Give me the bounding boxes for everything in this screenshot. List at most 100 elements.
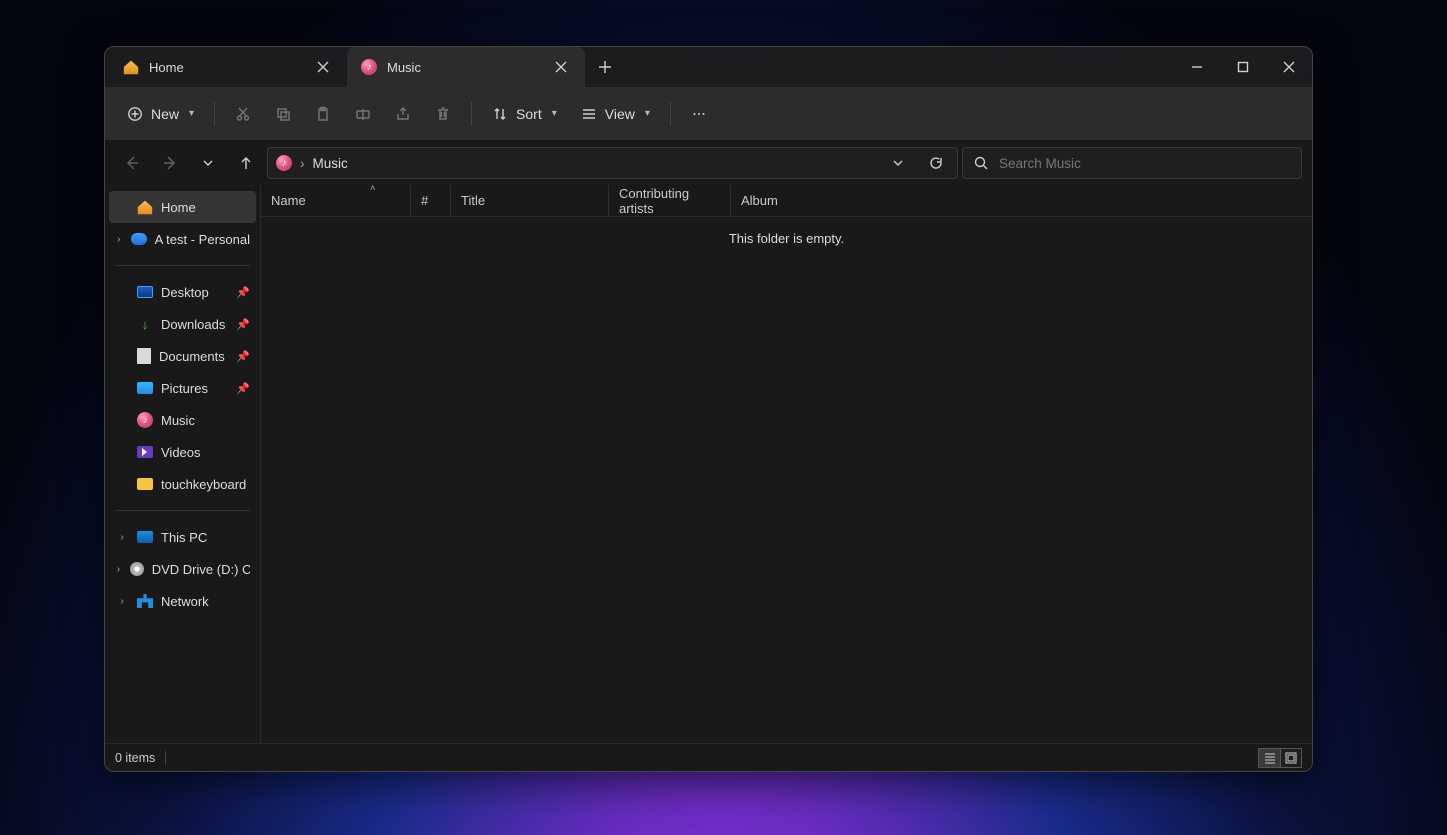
- arrow-left-icon: [124, 155, 140, 171]
- sidebar-item-desktop[interactable]: Desktop 📌: [109, 276, 256, 308]
- sidebar-item-videos[interactable]: Videos: [109, 436, 256, 468]
- maximize-button[interactable]: [1220, 47, 1266, 87]
- separator: [115, 510, 250, 511]
- column-label: Name: [271, 193, 306, 208]
- sidebar-item-network[interactable]: › Network: [109, 585, 256, 617]
- column-label: Album: [741, 193, 778, 208]
- cut-icon: [235, 106, 251, 122]
- pin-icon: 📌: [236, 350, 250, 363]
- delete-button[interactable]: [425, 97, 461, 131]
- forward-button[interactable]: [153, 146, 187, 180]
- sidebar-item-label: touchkeyboard: [161, 477, 246, 492]
- sidebar-item-label: Videos: [161, 445, 201, 460]
- column-label: Contributing artists: [619, 186, 720, 216]
- column-header-album[interactable]: Album: [731, 185, 861, 216]
- refresh-button[interactable]: [921, 148, 951, 178]
- thumbnails-view-button[interactable]: [1280, 748, 1302, 768]
- sidebar-item-label: Desktop: [161, 285, 209, 300]
- sort-button[interactable]: Sort ▾: [482, 97, 567, 131]
- column-label: Title: [461, 193, 485, 208]
- column-header-name[interactable]: Name ˄: [261, 185, 411, 216]
- recent-locations-button[interactable]: [191, 146, 225, 180]
- column-header-artists[interactable]: Contributing artists: [609, 185, 731, 216]
- sidebar-item-dvd-drive[interactable]: › DVD Drive (D:) CCCOMA_X64FRE: [109, 553, 256, 585]
- tab-label: Music: [387, 60, 421, 75]
- close-tab-button[interactable]: [547, 53, 575, 81]
- dvd-icon: [130, 562, 144, 576]
- sidebar-item-touchkeyboard[interactable]: touchkeyboard: [109, 468, 256, 500]
- up-button[interactable]: [229, 146, 263, 180]
- separator: [471, 102, 472, 126]
- file-list-area[interactable]: This folder is empty.: [261, 217, 1312, 743]
- more-button[interactable]: [681, 97, 717, 131]
- column-headers: Name ˄ # Title Contributing artists Albu…: [261, 185, 1312, 217]
- trash-icon: [435, 106, 451, 122]
- minimize-button[interactable]: [1174, 47, 1220, 87]
- column-header-title[interactable]: Title: [451, 185, 609, 216]
- expand-chevron[interactable]: ›: [115, 234, 123, 245]
- pin-icon: 📌: [236, 382, 250, 395]
- separator: [165, 751, 166, 765]
- onedrive-icon: [131, 233, 147, 245]
- sidebar-item-this-pc[interactable]: › This PC: [109, 521, 256, 553]
- download-icon: ↓: [137, 316, 153, 332]
- new-button[interactable]: New ▾: [117, 97, 204, 131]
- sidebar-item-label: Home: [161, 200, 196, 215]
- sort-icon: [492, 106, 508, 122]
- navigation-pane[interactable]: › Home › A test - Personal Desktop 📌 ↓ D…: [105, 185, 261, 743]
- network-icon: [137, 594, 153, 608]
- sidebar-item-onedrive[interactable]: › A test - Personal: [109, 223, 256, 255]
- expand-chevron[interactable]: ›: [115, 596, 129, 607]
- grid-icon: [1285, 752, 1297, 764]
- breadcrumb-separator: ›: [300, 156, 305, 171]
- close-icon: [1281, 59, 1297, 75]
- column-header-track[interactable]: #: [411, 185, 451, 216]
- paste-button[interactable]: [305, 97, 341, 131]
- new-plus-circle-icon: [127, 106, 143, 122]
- separator: [670, 102, 671, 126]
- title-bar[interactable]: Home Music: [105, 47, 1312, 87]
- tab-music[interactable]: Music: [347, 47, 585, 87]
- refresh-icon: [928, 155, 944, 171]
- arrow-right-icon: [162, 155, 178, 171]
- share-button[interactable]: [385, 97, 421, 131]
- sidebar-item-label: Pictures: [161, 381, 208, 396]
- sidebar-item-home[interactable]: › Home: [109, 191, 256, 223]
- expand-chevron[interactable]: ›: [115, 532, 129, 543]
- search-input[interactable]: [999, 156, 1291, 171]
- music-icon: [276, 155, 292, 171]
- pc-icon: [137, 531, 153, 543]
- copy-button[interactable]: [265, 97, 301, 131]
- close-icon: [553, 59, 569, 75]
- tab-home[interactable]: Home: [109, 47, 347, 87]
- cut-button[interactable]: [225, 97, 261, 131]
- pin-icon: 📌: [236, 286, 250, 299]
- search-box[interactable]: [962, 147, 1302, 179]
- home-icon: [123, 59, 139, 75]
- details-view-button[interactable]: [1258, 748, 1280, 768]
- address-dropdown-button[interactable]: [883, 148, 913, 178]
- close-tab-button[interactable]: [309, 53, 337, 81]
- chevron-down-icon: ▾: [189, 108, 194, 119]
- sort-label: Sort: [516, 106, 542, 122]
- address-bar[interactable]: › Music: [267, 147, 958, 179]
- close-window-button[interactable]: [1266, 47, 1312, 87]
- sidebar-item-label: DVD Drive (D:) CCCOMA_X64FRE: [152, 562, 250, 577]
- sidebar-item-pictures[interactable]: Pictures 📌: [109, 372, 256, 404]
- sidebar-item-downloads[interactable]: ↓ Downloads 📌: [109, 308, 256, 340]
- breadcrumb-item[interactable]: Music: [313, 156, 348, 171]
- content-pane: Name ˄ # Title Contributing artists Albu…: [261, 185, 1312, 743]
- sidebar-item-music[interactable]: Music: [109, 404, 256, 436]
- plus-icon: [597, 59, 613, 75]
- tab-strip: Home Music: [105, 47, 625, 87]
- new-tab-button[interactable]: [585, 47, 625, 87]
- view-button[interactable]: View ▾: [571, 97, 660, 131]
- back-button[interactable]: [115, 146, 149, 180]
- rename-button[interactable]: [345, 97, 381, 131]
- toolbar: New ▾ Sort ▾ View ▾: [105, 87, 1312, 141]
- ellipsis-icon: [691, 106, 707, 122]
- sidebar-item-documents[interactable]: Documents 📌: [109, 340, 256, 372]
- expand-chevron[interactable]: ›: [115, 564, 122, 575]
- music-icon: [137, 412, 153, 428]
- column-label: #: [421, 193, 428, 208]
